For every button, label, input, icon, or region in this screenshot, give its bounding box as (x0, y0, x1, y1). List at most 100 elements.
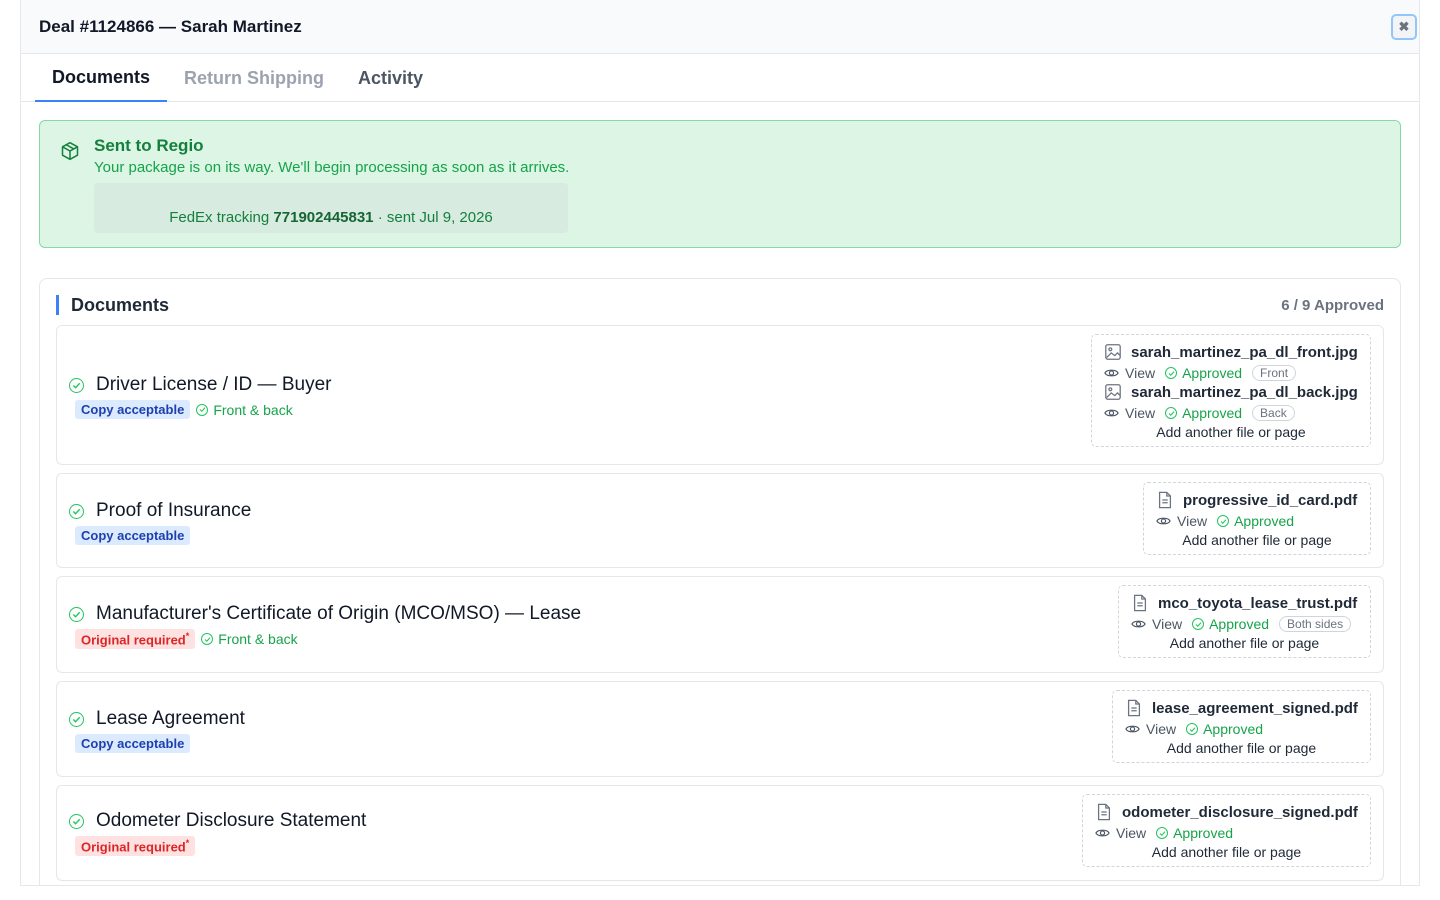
file-box: progressive_id_card.pdf View Approved Ad… (1143, 482, 1371, 555)
file-box: sarah_martinez_pa_dl_front.jpg View Appr… (1091, 334, 1371, 447)
approved-status: Approved (1165, 365, 1242, 381)
image-file-icon (1105, 384, 1121, 400)
add-file-link[interactable]: Add another file or page (1125, 740, 1358, 756)
document-info: Driver License / ID — Buyer Copy accepta… (69, 374, 331, 419)
document-info: Lease Agreement Copy acceptable (69, 708, 245, 753)
documents-title: Documents (56, 295, 169, 315)
file-name[interactable]: sarah_martinez_pa_dl_front.jpg (1131, 344, 1358, 361)
document-row: Odometer Disclosure Statement Original r… (56, 785, 1384, 881)
view-label: View (1146, 721, 1177, 737)
eye-icon (1095, 829, 1110, 837)
tab-documents[interactable]: Documents (35, 54, 168, 102)
approved-status: Approved (1156, 825, 1233, 841)
approved-label: Approved (1203, 721, 1264, 737)
view-label: View (1152, 616, 1183, 632)
eye-icon (1156, 517, 1171, 525)
original-required-label: Original required (81, 839, 186, 855)
required-asterisk: * (185, 838, 190, 848)
side-pill: Back (1252, 405, 1295, 421)
pdf-file-icon (1133, 594, 1147, 612)
close-icon[interactable]: ✖ (1391, 14, 1417, 40)
side-pill: Both sides (1279, 616, 1352, 632)
add-file-link[interactable]: Add another file or page (1095, 844, 1358, 860)
original-required-badge: Original required* (75, 836, 196, 857)
view-label: View (1177, 513, 1208, 529)
eye-icon (1104, 369, 1119, 377)
file-box: lease_agreement_signed.pdf View Approved… (1112, 690, 1371, 763)
copy-acceptable-badge: Copy acceptable (75, 526, 191, 545)
document-name: Odometer Disclosure Statement (96, 810, 367, 831)
pdf-file-icon (1158, 491, 1172, 509)
banner-subtitle: Your package is on its way. We'll begin … (94, 159, 570, 176)
document-name: Driver License / ID — Buyer (96, 374, 332, 395)
front-back-label: Front & back (218, 631, 298, 648)
tracking-suffix: · sent Jul 9, 2026 (377, 209, 493, 226)
approved-label: Approved (1234, 513, 1295, 529)
eye-icon (1131, 620, 1146, 628)
file-box: odometer_disclosure_signed.pdf View Appr… (1082, 794, 1371, 867)
eye-icon (1104, 409, 1119, 417)
check-circle-icon (1165, 367, 1178, 379)
view-button[interactable]: View (1095, 825, 1146, 841)
side-pill: Front (1252, 365, 1297, 381)
file-name[interactable]: progressive_id_card.pdf (1183, 492, 1357, 509)
check-circle-icon (1192, 618, 1205, 630)
tab-activity[interactable]: Activity (341, 54, 440, 102)
approved-label: Approved (1173, 825, 1234, 841)
check-circle-icon (1165, 407, 1178, 419)
approved-status: Approved (1217, 513, 1294, 529)
approved-count: 6 / 9 Approved (1281, 297, 1384, 314)
check-circle-icon (201, 633, 214, 646)
file-name[interactable]: sarah_martinez_pa_dl_back.jpg (1131, 384, 1358, 401)
check-circle-icon (1156, 827, 1169, 839)
copy-acceptable-badge: Copy acceptable (75, 400, 191, 419)
front-back-note: Front & back (196, 401, 293, 418)
check-circle-icon (69, 606, 84, 622)
check-circle-icon (1186, 723, 1199, 735)
shipping-banner: Sent to Regio Your package is on its way… (39, 120, 1401, 248)
check-circle-icon (69, 503, 84, 519)
tracking-number[interactable]: 771902445831 (273, 209, 373, 226)
view-button[interactable]: View (1104, 365, 1155, 381)
view-button[interactable]: View (1131, 616, 1182, 632)
view-label: View (1125, 405, 1156, 421)
approved-status: Approved (1165, 405, 1242, 421)
documents-section: Documents 6 / 9 Approved Driver License … (39, 278, 1401, 885)
add-file-link[interactable]: Add another file or page (1156, 532, 1358, 548)
file-name[interactable]: odometer_disclosure_signed.pdf (1122, 804, 1358, 821)
file-entry: sarah_martinez_pa_dl_front.jpg View Appr… (1104, 343, 1358, 381)
document-row: Lease Agreement Copy acceptable lease_ag… (56, 681, 1384, 777)
deal-modal: Deal #1124866 — Sarah Martinez ✖ Documen… (20, 0, 1420, 886)
document-info: Odometer Disclosure Statement Original r… (69, 810, 367, 857)
add-file-link[interactable]: Add another file or page (1104, 424, 1358, 440)
view-button[interactable]: View (1104, 405, 1155, 421)
original-required-badge: Original required* (75, 629, 196, 650)
check-circle-icon (69, 377, 84, 393)
approved-status: Approved (1192, 616, 1269, 632)
approved-status: Approved (1186, 721, 1263, 737)
approved-label: Approved (1182, 405, 1243, 421)
document-name: Manufacturer's Certificate of Origin (MC… (96, 603, 582, 624)
view-label: View (1116, 825, 1147, 841)
front-back-note: Front & back (201, 631, 298, 648)
modal-title: Deal #1124866 — Sarah Martinez (39, 16, 302, 36)
add-file-link[interactable]: Add another file or page (1131, 635, 1358, 651)
file-entry: odometer_disclosure_signed.pdf View Appr… (1095, 803, 1358, 841)
check-circle-icon (69, 711, 84, 727)
pdf-file-icon (1127, 699, 1141, 717)
tracking-box: FedEx tracking 771902445831 · sent Jul 9… (94, 183, 568, 233)
image-file-icon (1105, 344, 1121, 360)
view-button[interactable]: View (1125, 721, 1176, 737)
tab-bar: Documents Return Shipping Activity (21, 54, 1419, 102)
document-row: Manufacturer's Certificate of Origin (MC… (56, 576, 1384, 673)
check-circle-icon (196, 403, 209, 416)
front-back-label: Front & back (213, 401, 293, 418)
modal-header: Deal #1124866 — Sarah Martinez ✖ (21, 0, 1419, 54)
document-info: Proof of Insurance Copy acceptable (69, 500, 251, 545)
tab-return-shipping[interactable]: Return Shipping (167, 54, 341, 102)
file-name[interactable]: mco_toyota_lease_trust.pdf (1158, 595, 1357, 612)
document-name: Lease Agreement (96, 708, 245, 729)
approved-label: Approved (1182, 365, 1243, 381)
file-name[interactable]: lease_agreement_signed.pdf (1152, 700, 1358, 717)
view-button[interactable]: View (1156, 513, 1207, 529)
